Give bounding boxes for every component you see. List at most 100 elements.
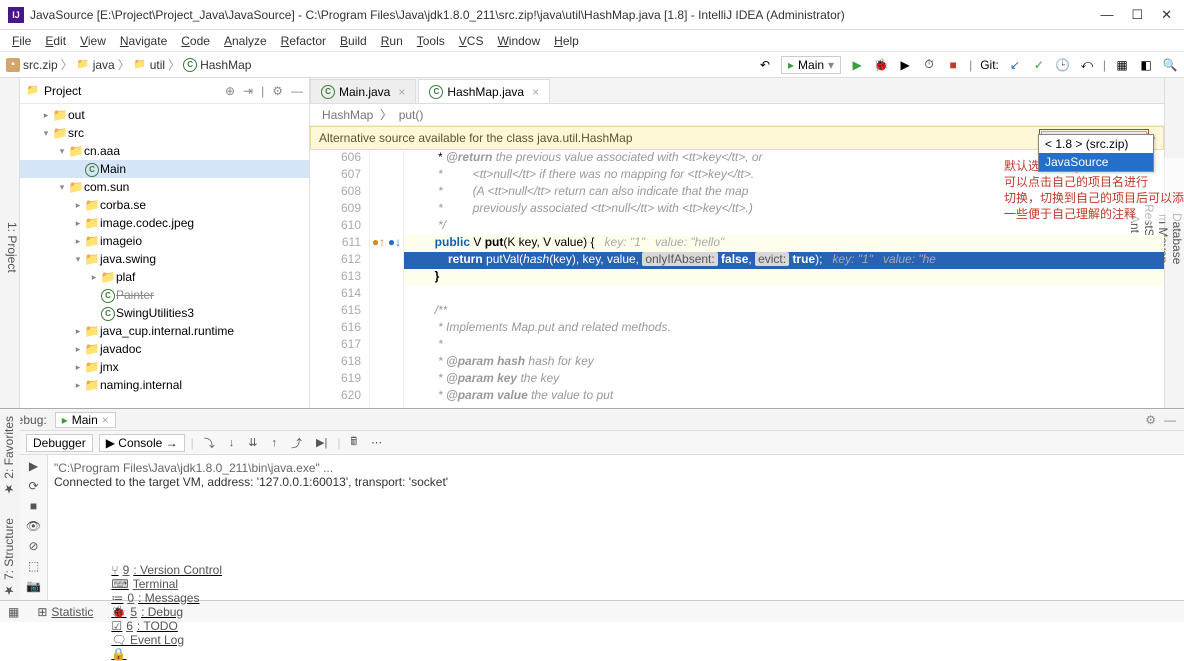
menu-help[interactable]: Help: [548, 32, 585, 50]
step-over-button[interactable]: ⤵: [200, 434, 219, 452]
right-tab-Database[interactable]: Database: [1170, 84, 1184, 394]
code-line-612[interactable]: return putVal(hash(key), key, value, onl…: [404, 252, 1164, 269]
vcs-history-button[interactable]: 🕒: [1055, 57, 1071, 73]
left-tab[interactable]: ★ 2: Favorites: [0, 410, 20, 502]
structure-button[interactable]: ▦: [1114, 57, 1130, 73]
event-log[interactable]: 🗨 Event Log: [111, 633, 222, 647]
view-breakpoints-button[interactable]: 👁: [26, 519, 41, 533]
menu-vcs[interactable]: VCS: [453, 32, 490, 50]
status-Terminal[interactable]: ⌨ Terminal: [111, 577, 222, 591]
mute-breakpoints-button[interactable]: ⊘: [28, 539, 38, 553]
tree-item-plaf[interactable]: ▸📁plaf: [20, 268, 309, 286]
code-line-618[interactable]: * @param hash hash for key: [404, 354, 1164, 371]
code-line-620[interactable]: * @param value the value to put: [404, 388, 1164, 405]
rerun-button[interactable]: ▶: [29, 459, 38, 473]
layout-button[interactable]: ◧: [1138, 57, 1154, 73]
code-line-613[interactable]: }: [404, 269, 1164, 286]
breadcrumb-java[interactable]: 📁java: [76, 58, 115, 72]
menu-tools[interactable]: Tools: [411, 32, 451, 50]
editor-tab-HashMap.java[interactable]: CHashMap.java×: [418, 79, 550, 103]
code-line-611[interactable]: public V put(K key, V value) { key: "1" …: [404, 235, 1164, 252]
dump-button[interactable]: ⬚: [28, 559, 39, 573]
menu-view[interactable]: View: [74, 32, 112, 50]
status-0: Messages[interactable]: ≔ 0: Messages: [111, 591, 222, 605]
step-out-button[interactable]: ↑: [268, 436, 282, 450]
debug-settings-button[interactable]: ⚙: [1145, 413, 1156, 427]
tree-item-com.sun[interactable]: ▾📁com.sun: [20, 178, 309, 196]
project-locate-button[interactable]: ⊕: [225, 84, 235, 98]
status-9: Version Control[interactable]: ⑂ 9: Version Control: [111, 563, 222, 577]
project-hide-button[interactable]: —: [291, 84, 303, 98]
tree-item-jmx[interactable]: ▸📁jmx: [20, 358, 309, 376]
resume-button[interactable]: ⟳: [28, 479, 38, 493]
menu-window[interactable]: Window: [491, 32, 546, 50]
maximize-button[interactable]: ☐: [1131, 7, 1143, 23]
debug-config-tab[interactable]: ▸Main×: [55, 412, 116, 428]
search-everywhere-button[interactable]: 🔍: [1162, 57, 1178, 73]
vcs-commit-button[interactable]: ✓: [1031, 57, 1047, 73]
drop-frame-button[interactable]: ⤴: [287, 434, 306, 452]
breadcrumb-src.zip[interactable]: ▪src.zip: [6, 58, 58, 72]
project-collapse-button[interactable]: ⇥: [243, 84, 253, 98]
tree-item-java_cup.internal.runtime[interactable]: ▸📁java_cup.internal.runtime: [20, 322, 309, 340]
menu-run[interactable]: Run: [375, 32, 409, 50]
breadcrumb-util[interactable]: 📁util: [133, 58, 165, 72]
project-settings-button[interactable]: ⚙: [272, 84, 283, 98]
console-tab[interactable]: ▶ Console →: [99, 434, 185, 452]
menu-build[interactable]: Build: [334, 32, 373, 50]
coverage-button[interactable]: ▶: [897, 57, 913, 73]
tree-item-naming.internal[interactable]: ▸📁naming.internal: [20, 376, 309, 394]
left-tool-tab-project[interactable]: 1: Project: [0, 78, 20, 408]
editor-breadcrumb[interactable]: HashMap 〉 put(): [310, 104, 1164, 126]
code-line-614[interactable]: [404, 286, 1164, 303]
dropdown-item[interactable]: < 1.8 > (src.zip): [1039, 135, 1153, 153]
tree-item-Painter[interactable]: CPainter: [20, 286, 309, 304]
evaluate-button[interactable]: 🖩: [346, 432, 361, 453]
minimize-button[interactable]: —: [1100, 7, 1113, 23]
menu-analyze[interactable]: Analyze: [218, 32, 273, 50]
menu-file[interactable]: File: [6, 32, 37, 50]
stop-debug-button[interactable]: ■: [30, 499, 37, 513]
status-6: TODO[interactable]: ☑ 6: TODO: [111, 619, 222, 633]
dropdown-item[interactable]: JavaSource: [1039, 153, 1153, 171]
stop-button[interactable]: ■: [945, 57, 961, 73]
tree-item-out[interactable]: ▸📁out: [20, 106, 309, 124]
tree-item-image.codec.jpeg[interactable]: ▸📁image.codec.jpeg: [20, 214, 309, 232]
code-line-619[interactable]: * @param key the key: [404, 371, 1164, 388]
tree-item-corba.se[interactable]: ▸📁corba.se: [20, 196, 309, 214]
status-Statistic[interactable]: ⊞ Statistic: [37, 605, 93, 619]
tree-item-Main[interactable]: CMain: [20, 160, 309, 178]
force-step-into-button[interactable]: ⇊: [244, 435, 261, 450]
left-tab[interactable]: ★ 7: Structure: [0, 512, 20, 603]
profile-button[interactable]: ⏱: [921, 57, 937, 73]
debug-hide-button[interactable]: —: [1164, 413, 1176, 427]
breadcrumb-HashMap[interactable]: CHashMap: [183, 58, 251, 72]
step-into-button[interactable]: ↓: [225, 436, 239, 450]
code-line-615[interactable]: /**: [404, 303, 1164, 320]
trace-button[interactable]: ⋯: [367, 435, 386, 450]
tree-item-src[interactable]: ▾📁src: [20, 124, 309, 142]
run-to-cursor-button[interactable]: ▶|: [312, 435, 331, 450]
source-selector-dropdown[interactable]: < 1.8 > (src.zip)JavaSource: [1038, 134, 1154, 172]
menu-refactor[interactable]: Refactor: [275, 32, 332, 50]
code-line-617[interactable]: *: [404, 337, 1164, 354]
vcs-revert-button[interactable]: ⤺: [1079, 57, 1095, 73]
run-button[interactable]: ▶: [849, 57, 865, 73]
editor-tab-Main.java[interactable]: CMain.java×: [310, 79, 416, 103]
status-square[interactable]: ▦: [8, 605, 19, 619]
tree-item-java.swing[interactable]: ▾📁java.swing: [20, 250, 309, 268]
run-config-selector[interactable]: ▸Main▾: [781, 56, 841, 74]
menu-navigate[interactable]: Navigate: [114, 32, 173, 50]
status-5: Debug[interactable]: 🐞 5: Debug: [111, 605, 222, 619]
tree-item-cn.aaa[interactable]: ▾📁cn.aaa: [20, 142, 309, 160]
menu-edit[interactable]: Edit: [39, 32, 72, 50]
debugger-tab[interactable]: Debugger: [26, 434, 93, 452]
debug-button[interactable]: 🐞: [873, 57, 889, 73]
camera-button[interactable]: 📷: [26, 579, 41, 593]
tree-item-javadoc[interactable]: ▸📁javadoc: [20, 340, 309, 358]
menu-code[interactable]: Code: [175, 32, 216, 50]
tree-item-SwingUtilities3[interactable]: CSwingUtilities3: [20, 304, 309, 322]
vcs-update-button[interactable]: ↙: [1007, 57, 1023, 73]
close-button[interactable]: ✕: [1161, 7, 1172, 23]
back-button[interactable]: ↶: [757, 57, 773, 73]
